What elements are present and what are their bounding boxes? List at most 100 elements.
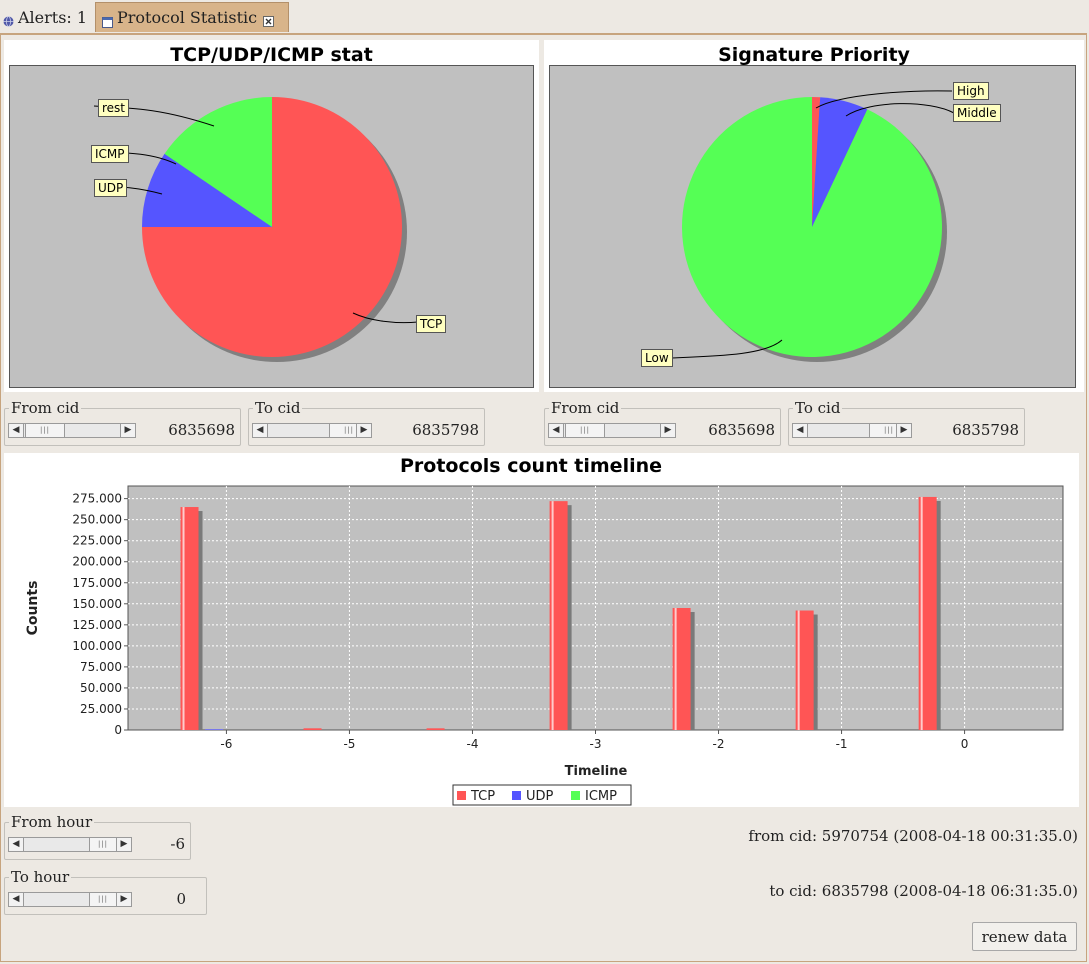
bar-highlight (797, 610, 800, 730)
timeline-y-axis-label: Counts (25, 581, 41, 636)
priority-pie-title: Signature Priority (718, 44, 910, 66)
priority-from-cid-group: From cid ◀ ||| ▶ 6835698 (544, 399, 781, 446)
priority-to-cid-group: To cid ◀ ||| ▶ 6835798 (788, 399, 1025, 446)
legend-label-tcp: TCP (470, 789, 495, 804)
scroll-left-arrow-icon[interactable]: ◀ (9, 838, 24, 851)
from-hour-group: From hour ◀ ||| ▶ -6 (4, 813, 191, 860)
priority-pie-plot: High Middle Low (549, 65, 1076, 388)
bar-highlight (920, 496, 923, 730)
pie-label-tcp: TCP (416, 315, 447, 333)
protocol-pie-title: TCP/UDP/ICMP stat (170, 44, 373, 66)
scroll-thumb[interactable]: ||| (25, 424, 65, 437)
window-icon (102, 13, 113, 28)
pie-label-rest: rest (98, 99, 130, 117)
tab-protocol-statistic[interactable]: Protocol Statistic (95, 2, 289, 32)
scroll-left-arrow-icon[interactable]: ◀ (9, 893, 24, 906)
bar-highlight (674, 608, 677, 730)
scroll-left-arrow-icon[interactable]: ◀ (793, 424, 808, 437)
bar-highlight (551, 501, 554, 730)
scroll-right-arrow-icon[interactable]: ▶ (356, 424, 371, 437)
scroll-thumb[interactable]: ||| (565, 424, 605, 437)
protocol-to-cid-value: 6835798 (412, 421, 479, 439)
scroll-right-arrow-icon[interactable]: ▶ (660, 424, 675, 437)
protocol-from-cid-group: From cid ◀ ||| ▶ 6835698 (4, 399, 241, 446)
pie-label-middle: Middle (953, 104, 1001, 122)
y-tick-label: 75.000 (80, 660, 122, 674)
scroll-right-arrow-icon[interactable]: ▶ (116, 838, 131, 851)
tab-alerts[interactable]: Alerts: 1 (0, 2, 95, 32)
x-tick-label: -2 (713, 737, 725, 751)
y-tick-label: 125.000 (72, 618, 122, 632)
y-tick-label: 150.000 (72, 597, 122, 611)
editor-tab-bar: Alerts: 1 Protocol Statistic (0, 0, 1089, 33)
x-tick-label: -6 (220, 737, 232, 751)
protocol-to-cid-label: To cid (253, 399, 303, 417)
x-tick-label: -3 (590, 737, 602, 751)
scroll-left-arrow-icon[interactable]: ◀ (253, 424, 268, 437)
globe-icon (3, 12, 14, 27)
bar-udp (205, 729, 224, 730)
to-cid-info: to cid: 6835798 (2008-04-18 06:31:35.0) (769, 882, 1078, 900)
pie-label-low: Low (641, 349, 673, 367)
scroll-right-arrow-icon[interactable]: ▶ (896, 424, 911, 437)
x-tick-label: -5 (343, 737, 355, 751)
y-tick-label: 275.000 (72, 492, 122, 506)
to-hour-scrollbar[interactable]: ◀ ||| ▶ (8, 892, 132, 907)
pie-label-high: High (953, 82, 989, 100)
to-hour-value: 0 (176, 890, 186, 908)
x-tick-label: -4 (466, 737, 478, 751)
scroll-right-arrow-icon[interactable]: ▶ (120, 424, 135, 437)
y-tick-label: 0 (114, 723, 122, 737)
close-icon[interactable] (263, 12, 275, 27)
legend-swatch-icmp (571, 791, 580, 800)
protocol-from-cid-scrollbar[interactable]: ◀ ||| ▶ (8, 423, 136, 438)
y-tick-label: 25.000 (80, 702, 122, 716)
from-hour-value: -6 (170, 835, 185, 853)
protocol-from-cid-value: 6835698 (168, 421, 235, 439)
timeline-title: Protocols count timeline (400, 455, 662, 477)
pie-label-icmp: ICMP (91, 145, 129, 163)
legend-swatch-udp (512, 791, 521, 800)
scroll-thumb[interactable]: ||| (89, 893, 117, 906)
priority-from-cid-value: 6835698 (708, 421, 775, 439)
legend-label-udp: UDP (526, 789, 554, 804)
from-hour-label: From hour (9, 813, 95, 831)
y-tick-label: 175.000 (72, 576, 122, 590)
tab-alerts-label: Alerts: 1 (18, 7, 88, 27)
y-tick-label: 225.000 (72, 534, 122, 548)
pie-label-udp: UDP (94, 179, 128, 197)
pie-slice-low (682, 97, 942, 357)
y-tick-label: 200.000 (72, 555, 122, 569)
timeline-bar-chart: Protocols count timeline 0 25.000 50.000 75… (25, 455, 1064, 806)
from-hour-scrollbar[interactable]: ◀ ||| ▶ (8, 837, 132, 852)
priority-from-cid-label: From cid (549, 399, 622, 417)
to-hour-group: To hour ◀ ||| ▶ 0 (4, 868, 207, 915)
priority-from-cid-scrollbar[interactable]: ◀ ||| ▶ (548, 423, 676, 438)
timeline-panel: Protocols count timeline 0 25.000 50.000 75… (4, 453, 1079, 807)
from-cid-info: from cid: 5970754 (2008-04-18 00:31:35.0… (748, 827, 1078, 845)
protocol-pie-chart (93, 96, 419, 362)
protocol-pie-panel: TCP/UDP/ICMP stat rest ICMP UDP TCP (4, 40, 539, 392)
scroll-thumb[interactable]: ||| (89, 838, 117, 851)
renew-data-button[interactable]: renew data (972, 922, 1077, 951)
to-hour-label: To hour (9, 868, 72, 886)
legend-label-icmp: ICMP (585, 789, 617, 804)
priority-to-cid-scrollbar[interactable]: ◀ ||| ▶ (792, 423, 912, 438)
priority-to-cid-label: To cid (793, 399, 843, 417)
bar-highlight (182, 507, 185, 730)
bar-tcp (426, 728, 445, 730)
scroll-left-arrow-icon[interactable]: ◀ (9, 424, 24, 437)
scroll-right-arrow-icon[interactable]: ▶ (116, 893, 131, 906)
y-tick-label: 250.000 (72, 513, 122, 527)
priority-pie-panel: Signature Priority High Middle Low (544, 40, 1084, 392)
tab-protocol-statistic-label: Protocol Statistic (117, 8, 258, 27)
protocol-to-cid-scrollbar[interactable]: ◀ ||| ▶ (252, 423, 372, 438)
priority-to-cid-value: 6835798 (952, 421, 1019, 439)
x-tick-label: -1 (836, 737, 848, 751)
protocol-to-cid-group: To cid ◀ ||| ▶ 6835798 (248, 399, 485, 446)
timeline-x-axis-label: Timeline (565, 764, 628, 779)
y-tick-label: 100.000 (72, 639, 122, 653)
x-tick-label: 0 (961, 737, 969, 751)
scroll-left-arrow-icon[interactable]: ◀ (549, 424, 564, 437)
bar-tcp (303, 728, 322, 730)
